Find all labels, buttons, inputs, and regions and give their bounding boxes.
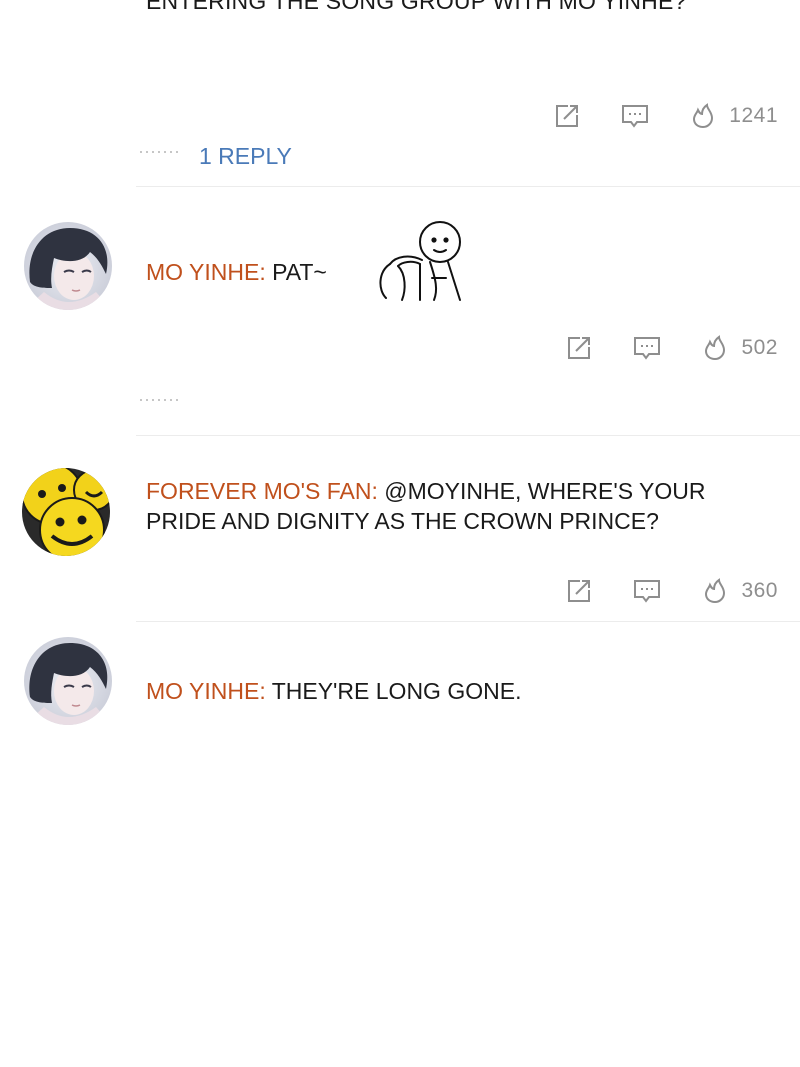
divider — [136, 435, 800, 436]
fire-like-icon — [701, 334, 729, 362]
fire-like-icon — [689, 102, 717, 130]
like-count: 360 — [741, 579, 778, 602]
comment-actions-1: 502 — [565, 334, 778, 362]
pat-head-sticker — [376, 220, 464, 304]
comment-text: THEY'RE LONG GONE. — [265, 678, 522, 704]
share-icon[interactable] — [553, 102, 581, 130]
comment-actions-0: 1241 — [553, 102, 778, 130]
comment-text: PAT~ — [265, 259, 327, 285]
username[interactable]: MO YINHE: — [146, 259, 266, 285]
fire-like-icon — [701, 577, 729, 605]
comment-icon[interactable] — [633, 577, 661, 605]
comment-icon[interactable] — [621, 102, 649, 130]
share-icon[interactable] — [565, 334, 593, 362]
username[interactable]: FOREVER MO'S FAN: — [146, 478, 378, 504]
comment-actions-2: 360 — [565, 577, 778, 605]
like-button[interactable]: 502 — [701, 334, 778, 362]
comment-body: MO YINHE: THEY'RE LONG GONE. — [146, 676, 766, 706]
username[interactable]: MO YINHE: — [146, 678, 266, 704]
anime-boy-avatar[interactable] — [24, 222, 112, 310]
like-count: 502 — [741, 336, 778, 359]
divider — [136, 621, 800, 622]
comment-body: FOREVER MO'S FAN: @MOYINHE, WHERE'S YOUR… — [146, 476, 776, 536]
share-icon[interactable] — [565, 577, 593, 605]
smiley-faces-avatar[interactable] — [22, 468, 110, 556]
like-button[interactable]: 1241 — [689, 102, 778, 130]
divider — [136, 186, 800, 187]
reply-dots — [138, 150, 178, 154]
comment-text-previous: ENTERING THE SONG GROUP WITH MO YINHE? — [146, 0, 687, 14]
like-count: 1241 — [729, 104, 778, 127]
comment-icon[interactable] — [633, 334, 661, 362]
view-replies-link[interactable]: 1 REPLY — [199, 143, 292, 170]
like-button[interactable]: 360 — [701, 577, 778, 605]
anime-boy-avatar[interactable] — [24, 637, 112, 725]
reply-dots — [138, 398, 178, 402]
